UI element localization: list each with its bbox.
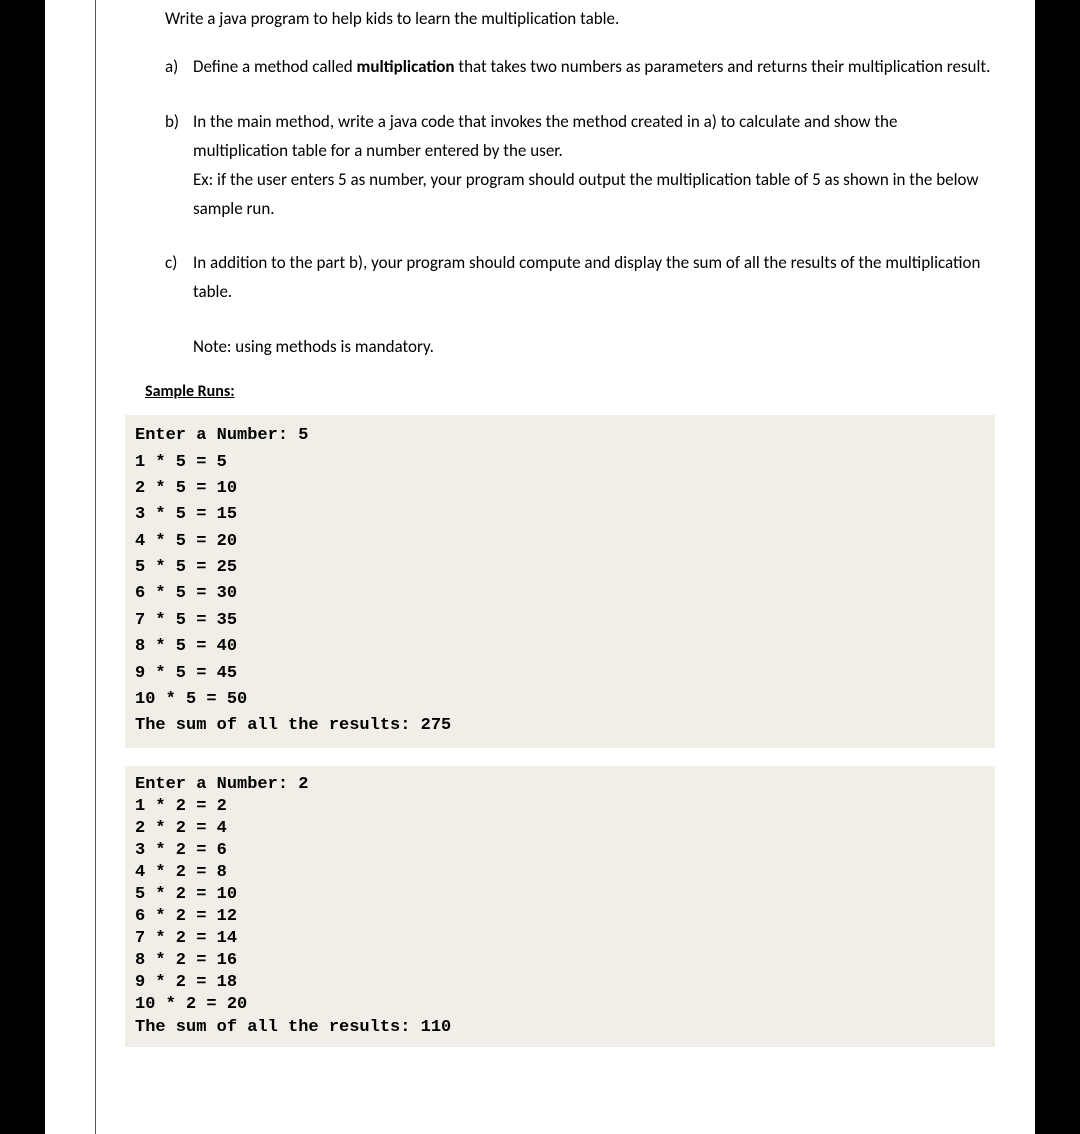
margin-line <box>95 0 96 1134</box>
item-b-body: In the main method, write a java code th… <box>193 108 995 224</box>
sample-runs-heading: Sample Runs: <box>145 382 995 401</box>
item-b: b) In the main method, write a java code… <box>165 108 995 224</box>
item-a: a) Define a method called multiplication… <box>165 53 995 82</box>
item-a-label: a) <box>165 53 193 82</box>
sample-run-1: Enter a Number: 5 1 * 5 = 5 2 * 5 = 10 3… <box>125 415 995 747</box>
note-paragraph: Note: using methods is mandatory. <box>193 333 995 360</box>
document-page: Write a java program to help kids to lea… <box>45 0 1035 1134</box>
item-a-text-after: that takes two numbers as parameters and… <box>455 56 991 77</box>
item-a-text-before: Define a method called <box>193 56 357 77</box>
item-c-body: In addition to the part b), your program… <box>193 249 995 307</box>
item-a-bold: multiplication <box>357 56 455 77</box>
sample-run-2: Enter a Number: 2 1 * 2 = 2 2 * 2 = 4 3 … <box>125 766 995 1047</box>
item-b-line2: Ex: if the user enters 5 as number, your… <box>193 166 995 224</box>
item-c: c) In addition to the part b), your prog… <box>165 249 995 307</box>
item-a-body: Define a method called multiplication th… <box>193 53 995 82</box>
item-b-label: b) <box>165 108 193 224</box>
item-b-line1: In the main method, write a java code th… <box>193 108 995 166</box>
document-content: Write a java program to help kids to lea… <box>105 0 995 1047</box>
intro-paragraph: Write a java program to help kids to lea… <box>165 8 995 29</box>
item-c-label: c) <box>165 249 193 307</box>
